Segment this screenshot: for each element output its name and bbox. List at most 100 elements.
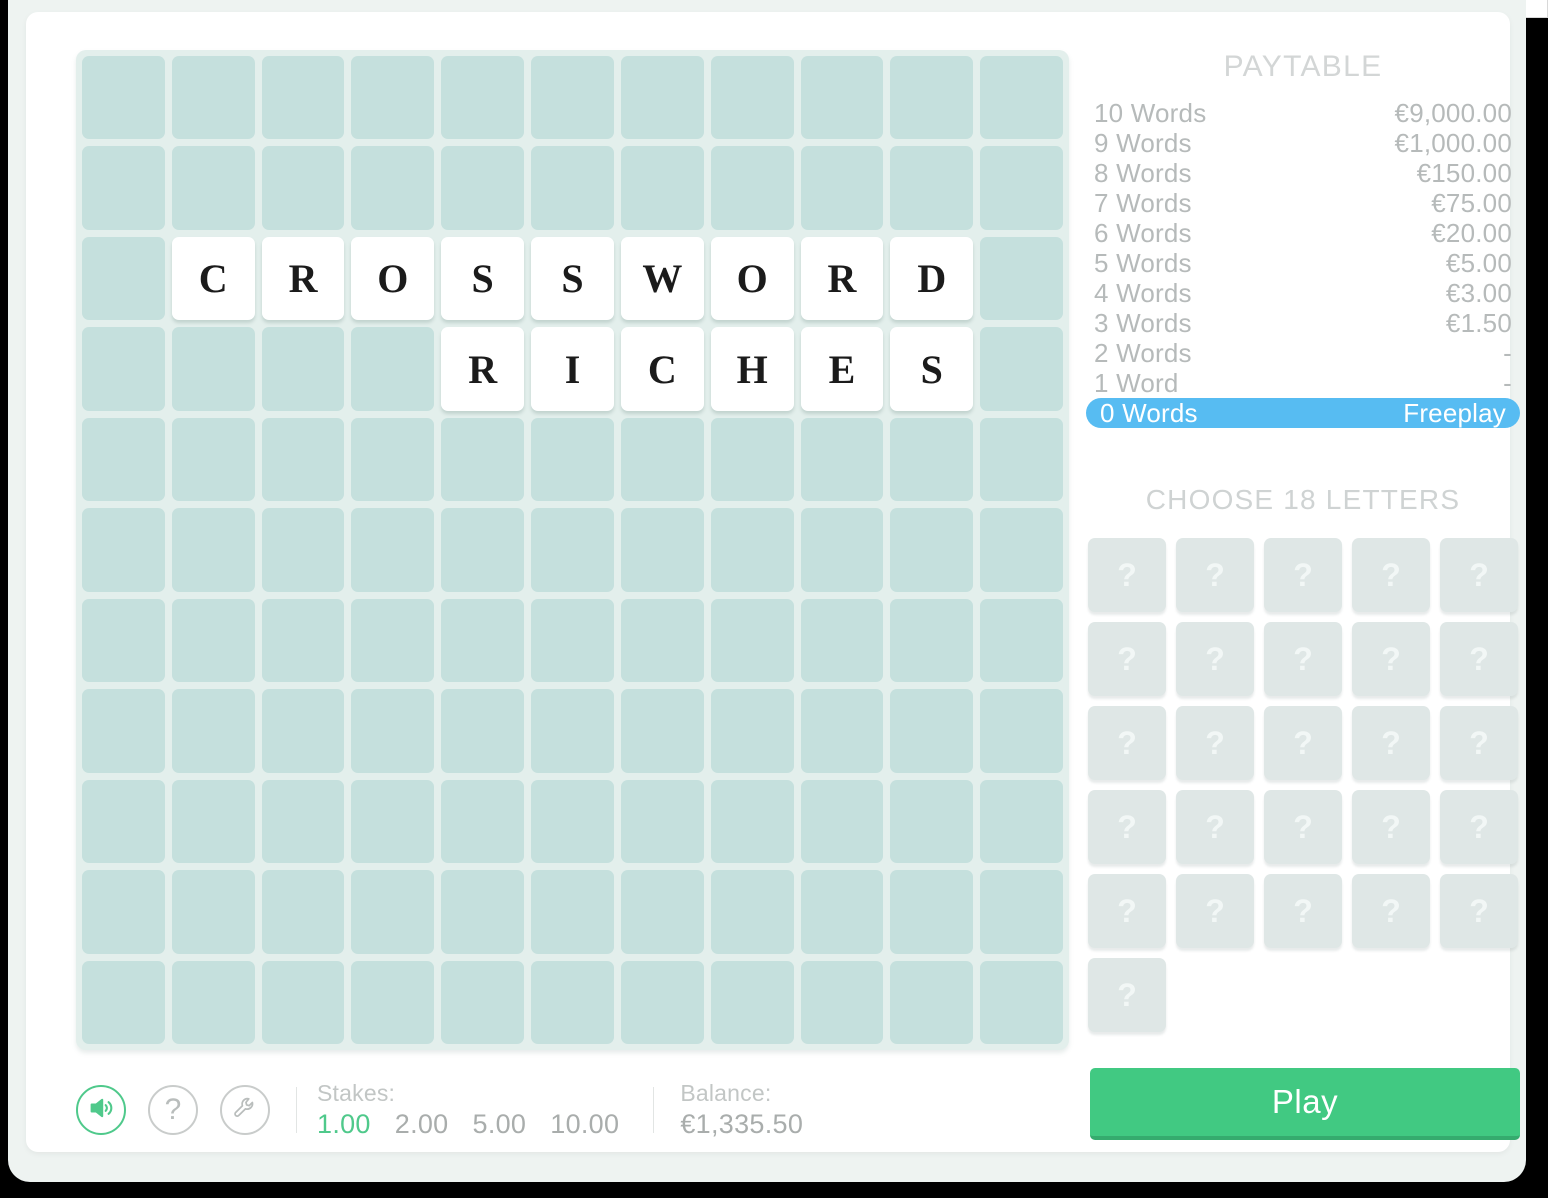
paytable-row-value: €3.00 (1445, 277, 1512, 308)
board-empty-cell (441, 56, 525, 140)
board-empty-cell (261, 56, 345, 140)
board-empty-cell (441, 598, 525, 683)
board-empty-cell (800, 960, 884, 1044)
letter-pool-tile[interactable]: ? (1088, 706, 1166, 780)
board-empty-cell (351, 598, 435, 683)
letter-pool-tile[interactable]: ? (1352, 622, 1430, 696)
letter-pool-tile[interactable]: ? (1176, 706, 1254, 780)
letter-pool-tile[interactable]: ? (1088, 790, 1166, 864)
letter-pool-tile[interactable]: ? (1440, 622, 1518, 696)
letter-pool-tile[interactable]: ? (1352, 790, 1430, 864)
paytable-row-active: 0 Words Freeplay (1086, 398, 1520, 428)
board-letter-cell: O (710, 236, 794, 321)
stake-option[interactable]: 1.00 (317, 1109, 371, 1140)
paytable-row: 1 Word - (1086, 368, 1520, 398)
letter-pool-tile[interactable]: ? (1176, 622, 1254, 696)
letter-pool-tile[interactable]: ? (1352, 874, 1430, 948)
help-button[interactable]: ? (148, 1085, 198, 1135)
question-mark-icon: ? (164, 1093, 182, 1126)
board-empty-cell (531, 417, 614, 502)
board-empty-cell (351, 327, 435, 411)
stake-option[interactable]: 2.00 (395, 1109, 449, 1140)
board-empty-cell (82, 960, 165, 1044)
balance-label: Balance: (680, 1080, 772, 1106)
paytable-row-label: 6 Words (1094, 217, 1192, 248)
letter-pool-tile[interactable]: ? (1352, 706, 1430, 780)
letter-pool-tile[interactable]: ? (1088, 958, 1166, 1032)
letter-pool-tile[interactable]: ? (1264, 538, 1342, 612)
board-empty-cell (710, 508, 794, 592)
board-empty-cell (620, 146, 704, 230)
board-empty-cell (351, 870, 435, 954)
letter-pool-tile[interactable]: ? (1176, 790, 1254, 864)
board-empty-cell (620, 960, 704, 1044)
board-empty-cell (171, 146, 255, 230)
stake-option[interactable]: 5.00 (473, 1109, 527, 1140)
stake-option[interactable]: 10.00 (550, 1109, 619, 1140)
settings-button[interactable] (220, 1085, 270, 1135)
board-empty-cell (890, 146, 974, 230)
letter-pool-tile[interactable]: ? (1440, 790, 1518, 864)
letter-pool-tile[interactable]: ? (1088, 622, 1166, 696)
paytable-row-value: €20.00 (1431, 217, 1512, 248)
paytable-row: 8 Words €150.00 (1086, 158, 1520, 188)
letter-pool-tile[interactable]: ? (1352, 538, 1430, 612)
paytable-row: 5 Words €5.00 (1086, 248, 1520, 278)
letter-pool-tile[interactable]: ? (1264, 874, 1342, 948)
paytable-row-label: 4 Words (1094, 277, 1192, 308)
board-empty-cell (171, 870, 255, 954)
board-empty-cell (261, 508, 345, 592)
stakes-group: Stakes: 1.00 2.00 5.00 10.00 (317, 1080, 619, 1140)
paytable-row: 4 Words €3.00 (1086, 278, 1520, 308)
paytable-row: 3 Words €1.50 (1086, 308, 1520, 338)
board-empty-cell (351, 146, 435, 230)
letter-pool-tile[interactable]: ? (1176, 538, 1254, 612)
letter-pool-tile[interactable]: ? (1440, 874, 1518, 948)
paytable-row-value: €5.00 (1445, 247, 1512, 278)
balance-group: Balance: €1,335.50 (680, 1080, 803, 1140)
sound-toggle-button[interactable] (76, 1085, 126, 1135)
letter-pool-tile[interactable]: ? (1088, 874, 1166, 948)
letter-pool-tile[interactable]: ? (1176, 874, 1254, 948)
board-empty-cell (441, 779, 525, 864)
letter-pool-tile[interactable]: ? (1264, 706, 1342, 780)
board-empty-cell (261, 327, 345, 411)
board-letter-cell: S (441, 236, 525, 321)
board-empty-cell (531, 689, 614, 773)
letter-pool-tile[interactable]: ? (1088, 538, 1166, 612)
paytable-title: PAYTABLE (1223, 50, 1383, 83)
stakes-label: Stakes: (317, 1080, 396, 1106)
paytable-row-label: 2 Words (1094, 337, 1192, 368)
board-empty-cell (531, 146, 614, 230)
crossword-grid: CROSSWORDRICHES (82, 56, 1063, 1044)
board-empty-cell (980, 146, 1063, 230)
paytable-row: 10 Words €9,000.00 (1086, 98, 1520, 128)
game-panel: CROSSWORDRICHES ? Stakes: 1.00 2.00 5.00… (26, 12, 1520, 1152)
board-letter-cell: O (351, 236, 435, 321)
board-empty-cell (441, 960, 525, 1044)
board-empty-cell (890, 56, 974, 140)
board-letter-cell: D (890, 236, 974, 321)
board-letter-cell: R (800, 236, 884, 321)
board-letter-cell: E (800, 327, 884, 411)
board-letter-cell: C (171, 236, 255, 321)
board-empty-cell (800, 146, 884, 230)
paytable-row: 6 Words €20.00 (1086, 218, 1520, 248)
board-empty-cell (980, 417, 1063, 502)
board-empty-cell (890, 508, 974, 592)
play-button[interactable]: Play (1090, 1068, 1520, 1140)
paytable-row-value: €1.50 (1445, 307, 1512, 338)
board-empty-cell (800, 56, 884, 140)
board-empty-cell (531, 56, 614, 140)
letter-pool-tile[interactable]: ? (1264, 622, 1342, 696)
letter-pool-tile[interactable]: ? (1440, 706, 1518, 780)
board-empty-cell (710, 56, 794, 140)
board-empty-cell (261, 417, 345, 502)
board-empty-cell (351, 417, 435, 502)
letter-pool-tile[interactable]: ? (1264, 790, 1342, 864)
board-empty-cell (980, 870, 1063, 954)
letter-pool-tile[interactable]: ? (1440, 538, 1518, 612)
board-empty-cell (710, 870, 794, 954)
board-empty-cell (441, 417, 525, 502)
board-empty-cell (710, 689, 794, 773)
